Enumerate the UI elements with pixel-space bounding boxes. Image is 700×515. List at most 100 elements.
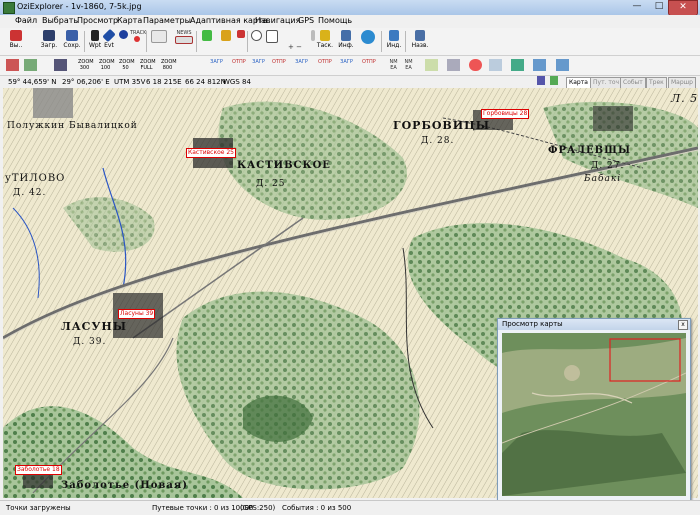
gps-settings-icon[interactable] — [24, 59, 37, 71]
index-button[interactable]: Инд. — [384, 30, 404, 53]
separator — [247, 31, 248, 52]
info-button[interactable]: Инф. — [337, 30, 355, 53]
layers-icon[interactable] — [54, 59, 67, 71]
menu-gps[interactable]: GPS — [298, 16, 314, 25]
download-routes-button[interactable]: ЗАГР — [252, 59, 265, 71]
place-label: Д. 25 — [256, 179, 286, 189]
title-bar: OziExplorer - 1v-1860, 7-5k.jpg — □ ✕ — [0, 0, 700, 16]
place-label: ФРАЛЕВЩЫ — [548, 145, 632, 156]
menu-help[interactable]: Помощь — [318, 16, 352, 25]
route-button[interactable] — [116, 30, 130, 53]
preview-title: Просмотр карты — [502, 320, 563, 328]
measure-button[interactable] — [198, 30, 216, 53]
upload-tracks-button[interactable]: ОТПР — [318, 59, 332, 71]
utm-zone: UTM 35V — [114, 78, 146, 86]
upload-events-button[interactable]: ОТПР — [362, 59, 376, 71]
status-waypoints: Путевые точки : 0 из 10000 — [152, 504, 254, 512]
save-button[interactable]: Сохр. — [61, 30, 83, 53]
place-label: КАСТИВСКОЕ — [237, 160, 331, 171]
name-button[interactable]: Назв. — [409, 30, 431, 53]
place-label: Л. 5 — [671, 92, 698, 105]
place-label: Д. 28. — [421, 136, 455, 146]
status-events: События : 0 из 500 — [282, 504, 352, 512]
compass-rose-icon[interactable] — [425, 59, 438, 71]
upload-waypoints-button[interactable]: ОТПР — [232, 59, 246, 71]
menu-view[interactable]: Просмотр — [77, 16, 118, 25]
zoom-plusminus[interactable]: + − — [284, 43, 306, 53]
menu-map[interactable]: Карта — [117, 16, 142, 25]
waypoint-label[interactable]: Заболотье 18 — [15, 465, 62, 475]
easting-readout: 6 18 215E — [146, 78, 182, 86]
compass-icon — [237, 30, 245, 38]
preview-close-button[interactable]: x — [678, 320, 688, 330]
waypoint-button[interactable]: Wpt — [88, 30, 102, 53]
app-icon — [3, 2, 15, 14]
event-button[interactable]: Evt — [102, 28, 116, 53]
news-button[interactable]: NEWS — [172, 30, 196, 53]
preview-titlebar: Просмотр карты — [498, 319, 690, 330]
signal-icon[interactable] — [511, 59, 524, 71]
menu-bar: Файл Выбрать Просмотр Карта Параметры Ад… — [0, 15, 700, 28]
route-icon — [118, 30, 128, 39]
track-button-2[interactable]: Таск. — [315, 30, 335, 53]
waypoint-label[interactable]: Горбовицы 28 — [481, 109, 530, 119]
waypoint-label[interactable]: Ласуны 39 — [118, 309, 156, 319]
northing-readout: 66 24 812N — [185, 78, 226, 86]
close-button[interactable]: ✕ — [668, 0, 698, 16]
move-map-button[interactable] — [357, 30, 379, 53]
index-icon — [389, 30, 399, 41]
status-loaded: Точки загружены — [6, 504, 71, 512]
download-waypoints-button[interactable]: ЗАГР — [210, 59, 223, 71]
download-tracks-button[interactable]: ЗАГР — [295, 59, 308, 71]
upload-routes-button[interactable]: ОТПР — [272, 59, 286, 71]
menu-navigation[interactable]: Навигация — [255, 16, 300, 25]
separator — [146, 31, 147, 52]
map-refresh-icon[interactable] — [550, 76, 558, 85]
anchor-icon[interactable] — [447, 59, 460, 71]
zoom-area-icon — [266, 30, 278, 43]
menu-file[interactable]: Файл — [15, 16, 37, 25]
menu-settings[interactable]: Параметры — [143, 16, 191, 25]
exit-button[interactable]: Вы.. — [4, 30, 28, 53]
track-tool-icon — [320, 30, 330, 41]
zoom-tool-button[interactable] — [249, 30, 263, 53]
track-control-button[interactable] — [148, 30, 170, 53]
maximize-button[interactable]: □ — [648, 0, 670, 14]
map-view-icon[interactable] — [537, 76, 545, 85]
info-icon — [341, 30, 351, 41]
nmea-out-button[interactable]: NM EA — [402, 59, 415, 71]
position-bar: 59° 44,659' N 29° 06,206' E UTM 35V 6 18… — [0, 76, 700, 89]
download-events-button[interactable]: ЗАГР — [340, 59, 353, 71]
zoom-area-button[interactable] — [265, 30, 279, 53]
place-label: Д. 39. — [73, 337, 107, 347]
news-icon — [175, 36, 193, 44]
event-icon — [102, 28, 116, 43]
compass-button[interactable] — [235, 30, 247, 53]
zoom-800-button[interactable]: ZOOM 800 — [161, 59, 177, 71]
zoom-100-button[interactable]: ZOOM 100 — [99, 59, 115, 71]
map-select-icon[interactable] — [556, 59, 569, 71]
stop-icon[interactable] — [469, 59, 482, 71]
place-label: Д. 27. — [591, 161, 625, 171]
place-label: ГОРБОВИЦЫ — [393, 119, 490, 132]
nmea-button[interactable]: NM EA — [387, 59, 400, 71]
grid-button[interactable] — [217, 30, 235, 53]
gps-toolbar: ZOOM 300 ZOOM 100 ZOOM 50 ZOOM FULL ZOOM… — [0, 56, 700, 76]
separator — [405, 31, 406, 52]
preview-map[interactable] — [502, 333, 686, 496]
menu-select[interactable]: Выбрать — [42, 16, 78, 25]
zoom-50-button[interactable]: ZOOM 50 — [119, 59, 135, 71]
zoom-full-button[interactable]: ZOOM FULL — [140, 59, 156, 71]
separator — [196, 31, 197, 52]
track-button[interactable]: TRACK — [130, 30, 146, 53]
load-button[interactable]: Загр. — [38, 30, 60, 53]
place-label: уТИЛОВО — [5, 173, 66, 184]
gps-connect-icon[interactable] — [6, 59, 19, 71]
map-list-icon[interactable] — [533, 59, 546, 71]
waypoint-label[interactable]: Кастивское 25 — [186, 148, 236, 158]
graph-icon[interactable] — [489, 59, 502, 71]
zoom-300-button[interactable]: ZOOM 300 — [78, 59, 94, 71]
measure-icon — [202, 30, 212, 41]
minimize-button[interactable]: — — [626, 0, 648, 14]
status-bar: Точки загружены Путевые точки : 0 из 100… — [0, 500, 700, 515]
